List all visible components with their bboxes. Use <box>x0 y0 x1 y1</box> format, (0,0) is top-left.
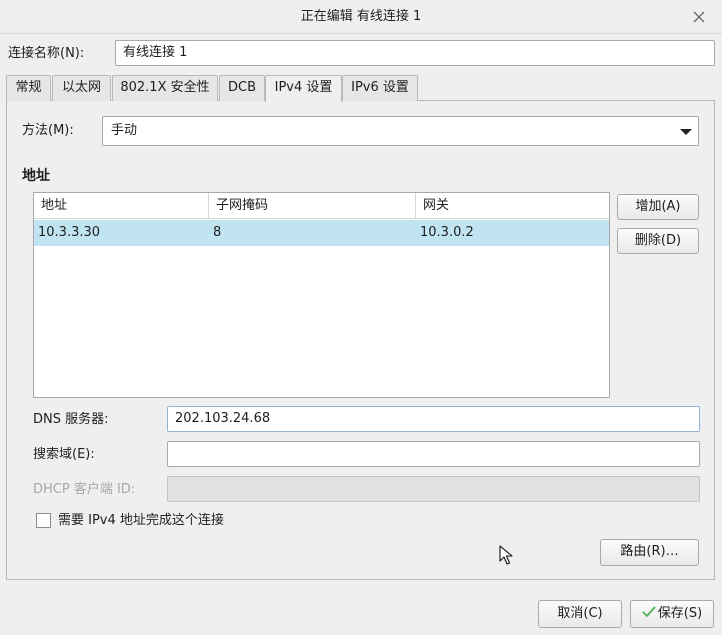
save-button[interactable]: 保存(S) <box>630 600 714 628</box>
column-header-netmask[interactable]: 子网掩码 <box>209 193 416 219</box>
dhcp-client-id-label: DHCP 客户端 ID: <box>33 482 136 497</box>
cell-netmask[interactable]: 8 <box>209 220 416 246</box>
require-ipv4-checkbox[interactable] <box>36 513 51 528</box>
tab-general[interactable]: 常规 <box>6 75 51 101</box>
tab-dcb[interactable]: DCB <box>219 75 265 101</box>
addresses-table[interactable]: 地址 子网掩码 网关 10.3.3.30 8 10.3.0.2 <box>33 192 610 398</box>
require-ipv4-label[interactable]: 需要 IPv4 地址完成这个连接 <box>58 511 224 531</box>
save-button-label: 保存(S) <box>657 606 703 621</box>
routes-button[interactable]: 路由(R)… <box>600 539 699 566</box>
cell-address[interactable]: 10.3.3.30 <box>34 220 209 246</box>
mouse-pointer-icon <box>498 544 514 566</box>
tab-ipv4-settings[interactable]: IPv4 设置 <box>265 75 342 102</box>
tab-ethernet[interactable]: 以太网 <box>52 75 111 101</box>
checkmark-icon <box>642 606 656 618</box>
connection-name-label: 连接名称(N): <box>8 46 85 61</box>
close-icon <box>693 11 705 23</box>
search-domains-label: 搜索域(E): <box>33 447 95 462</box>
dns-servers-label: DNS 服务器: <box>33 412 109 427</box>
table-row[interactable]: 10.3.3.30 8 10.3.0.2 <box>34 220 609 246</box>
connection-name-input[interactable]: 有线连接 1 <box>115 40 715 66</box>
search-domains-input[interactable] <box>167 441 700 467</box>
dns-servers-input[interactable]: 202.103.24.68 <box>167 406 700 432</box>
tab-8021x-security[interactable]: 802.1X 安全性 <box>112 75 218 101</box>
method-label: 方法(M): <box>22 123 74 138</box>
delete-address-button[interactable]: 删除(D) <box>617 228 699 254</box>
addresses-section-title: 地址 <box>22 168 50 184</box>
tab-ipv6-settings[interactable]: IPv6 设置 <box>342 75 418 101</box>
column-header-address[interactable]: 地址 <box>34 193 209 219</box>
column-header-gateway[interactable]: 网关 <box>416 193 609 219</box>
close-button[interactable] <box>688 6 710 28</box>
dhcp-client-id-input[interactable] <box>167 476 700 502</box>
cancel-button[interactable]: 取消(C) <box>538 600 622 628</box>
add-address-button[interactable]: 增加(A) <box>617 194 699 220</box>
cell-gateway[interactable]: 10.3.0.2 <box>416 220 609 246</box>
method-value: 手动 <box>111 123 138 138</box>
window-title: 正在编辑 有线连接 1 <box>300 9 422 24</box>
dropdown-arrow-icon <box>680 129 692 135</box>
method-select[interactable]: 手动 <box>102 116 699 146</box>
